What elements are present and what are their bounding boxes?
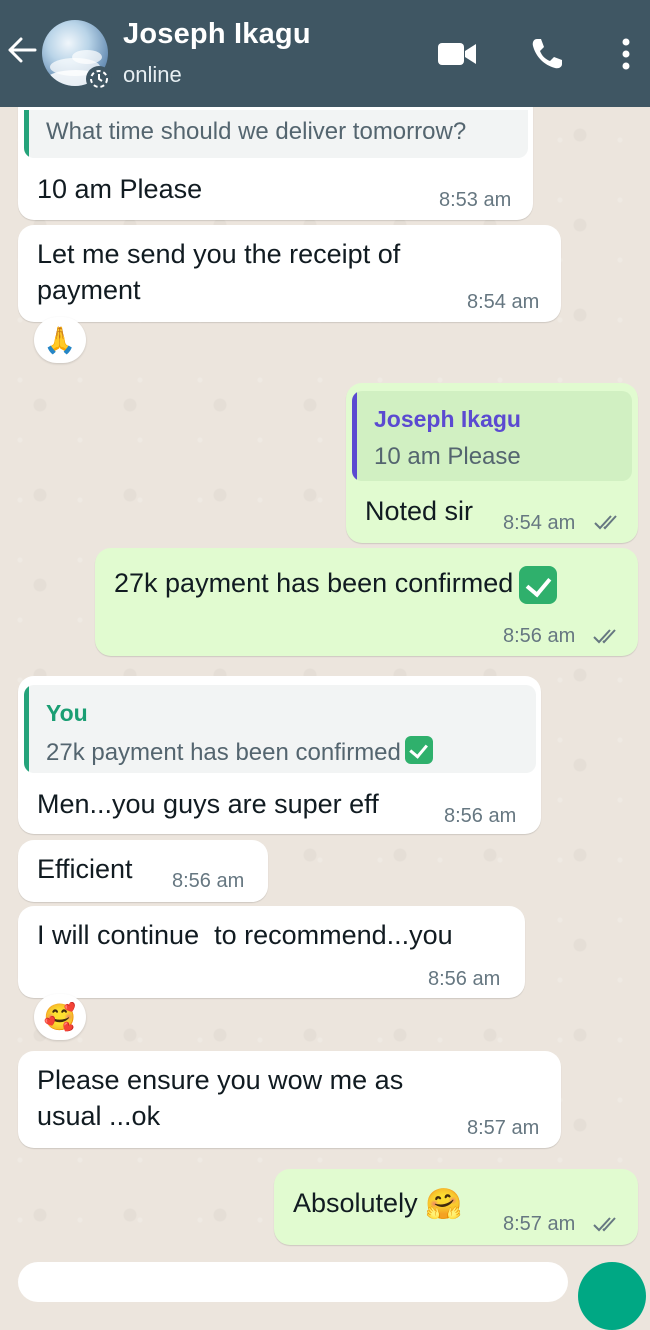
quoted-text: What time should we deliver tomorrow? xyxy=(46,118,467,145)
message-bubble-outgoing[interactable]: Joseph Ikagu 10 am Please Noted sir 8:54… xyxy=(346,383,638,543)
message-time: 8:56 am xyxy=(503,625,576,647)
smiling-face-with-hearts-icon: 🥰 xyxy=(43,1001,77,1032)
quoted-message[interactable]: What time should we deliver tomorrow? xyxy=(24,110,528,158)
message-text-line1: Please ensure you wow me as xyxy=(37,1065,404,1095)
message-bubble-outgoing[interactable]: 27k payment has been confirmed 8:56 am xyxy=(95,548,638,656)
message-bubble-incoming[interactable]: Please ensure you wow me as usual ...ok … xyxy=(18,1051,561,1148)
message-text-row: 27k payment has been confirmed xyxy=(114,565,558,604)
message-time: 8:57 am xyxy=(503,1213,576,1235)
status-ring-icon xyxy=(86,66,112,92)
message-text: Absolutely xyxy=(293,1188,418,1218)
chat-header: Joseph Ikagu online xyxy=(0,0,650,107)
contact-name[interactable]: Joseph Ikagu xyxy=(123,18,311,51)
message-text: Noted sir xyxy=(365,496,474,526)
message-bubble-incoming[interactable]: Let me send you the receipt of payment 8… xyxy=(18,225,561,322)
folded-hands-icon: 🙏 xyxy=(43,324,77,355)
read-ticks-icon xyxy=(594,515,617,530)
message-text-line2: payment xyxy=(37,275,141,305)
voice-call-icon[interactable] xyxy=(526,33,568,75)
contact-status: online xyxy=(123,62,182,87)
quoted-author: Joseph Ikagu xyxy=(374,406,521,432)
message-text: 10 am Please xyxy=(37,174,203,204)
quoted-text: 27k payment has been confirmed xyxy=(46,739,401,766)
mic-button[interactable] xyxy=(578,1262,646,1330)
message-bubble-incoming[interactable]: Efficient 8:56 am xyxy=(18,840,268,902)
reaction-badge[interactable]: 🙏 xyxy=(34,317,86,363)
message-time: 8:54 am xyxy=(503,512,576,534)
message-time: 8:57 am xyxy=(467,1117,540,1139)
message-bubble-incoming[interactable]: You 27k payment has been confirmed Men..… xyxy=(18,676,541,834)
quoted-text: 10 am Please xyxy=(374,443,521,470)
message-bubble-outgoing[interactable]: Absolutely 🤗 8:57 am xyxy=(274,1169,638,1245)
read-ticks-icon xyxy=(593,1217,616,1232)
back-arrow-icon[interactable] xyxy=(6,34,38,66)
check-mark-button-icon xyxy=(519,565,558,604)
message-text-row: Absolutely 🤗 xyxy=(293,1185,462,1223)
message-time: 8:56 am xyxy=(428,968,501,990)
message-bubble-incoming[interactable]: What time should we deliver tomorrow? 10… xyxy=(18,92,533,220)
more-options-icon[interactable] xyxy=(606,33,646,75)
message-bubble-incoming[interactable]: I will continue to recommend...you 8:56 … xyxy=(18,906,525,998)
message-text-line2: usual ...ok xyxy=(37,1101,161,1131)
message-text: 27k payment has been confirmed xyxy=(114,568,514,598)
reaction-badge[interactable]: 🥰 xyxy=(34,994,86,1040)
quoted-author: You xyxy=(46,700,88,726)
read-ticks-icon xyxy=(593,629,616,644)
message-text: I will continue to recommend...you xyxy=(37,920,453,950)
video-call-icon[interactable] xyxy=(436,33,478,75)
check-mark-button-icon xyxy=(404,736,433,764)
message-time: 8:54 am xyxy=(467,291,540,313)
quoted-text-row: 27k payment has been confirmed xyxy=(46,736,433,767)
message-time: 8:56 am xyxy=(172,870,245,892)
quoted-message[interactable]: You 27k payment has been confirmed xyxy=(24,685,536,773)
quoted-message[interactable]: Joseph Ikagu 10 am Please xyxy=(352,391,632,481)
message-text-line1: Let me send you the receipt of xyxy=(37,239,401,269)
message-input-bar[interactable] xyxy=(18,1262,568,1302)
hugging-face-icon: 🤗 xyxy=(425,1188,463,1221)
message-time: 8:56 am xyxy=(444,805,517,827)
message-time: 8:53 am xyxy=(439,189,512,211)
message-text: Men...you guys are super eff xyxy=(37,789,379,819)
message-text: Efficient xyxy=(37,854,133,884)
